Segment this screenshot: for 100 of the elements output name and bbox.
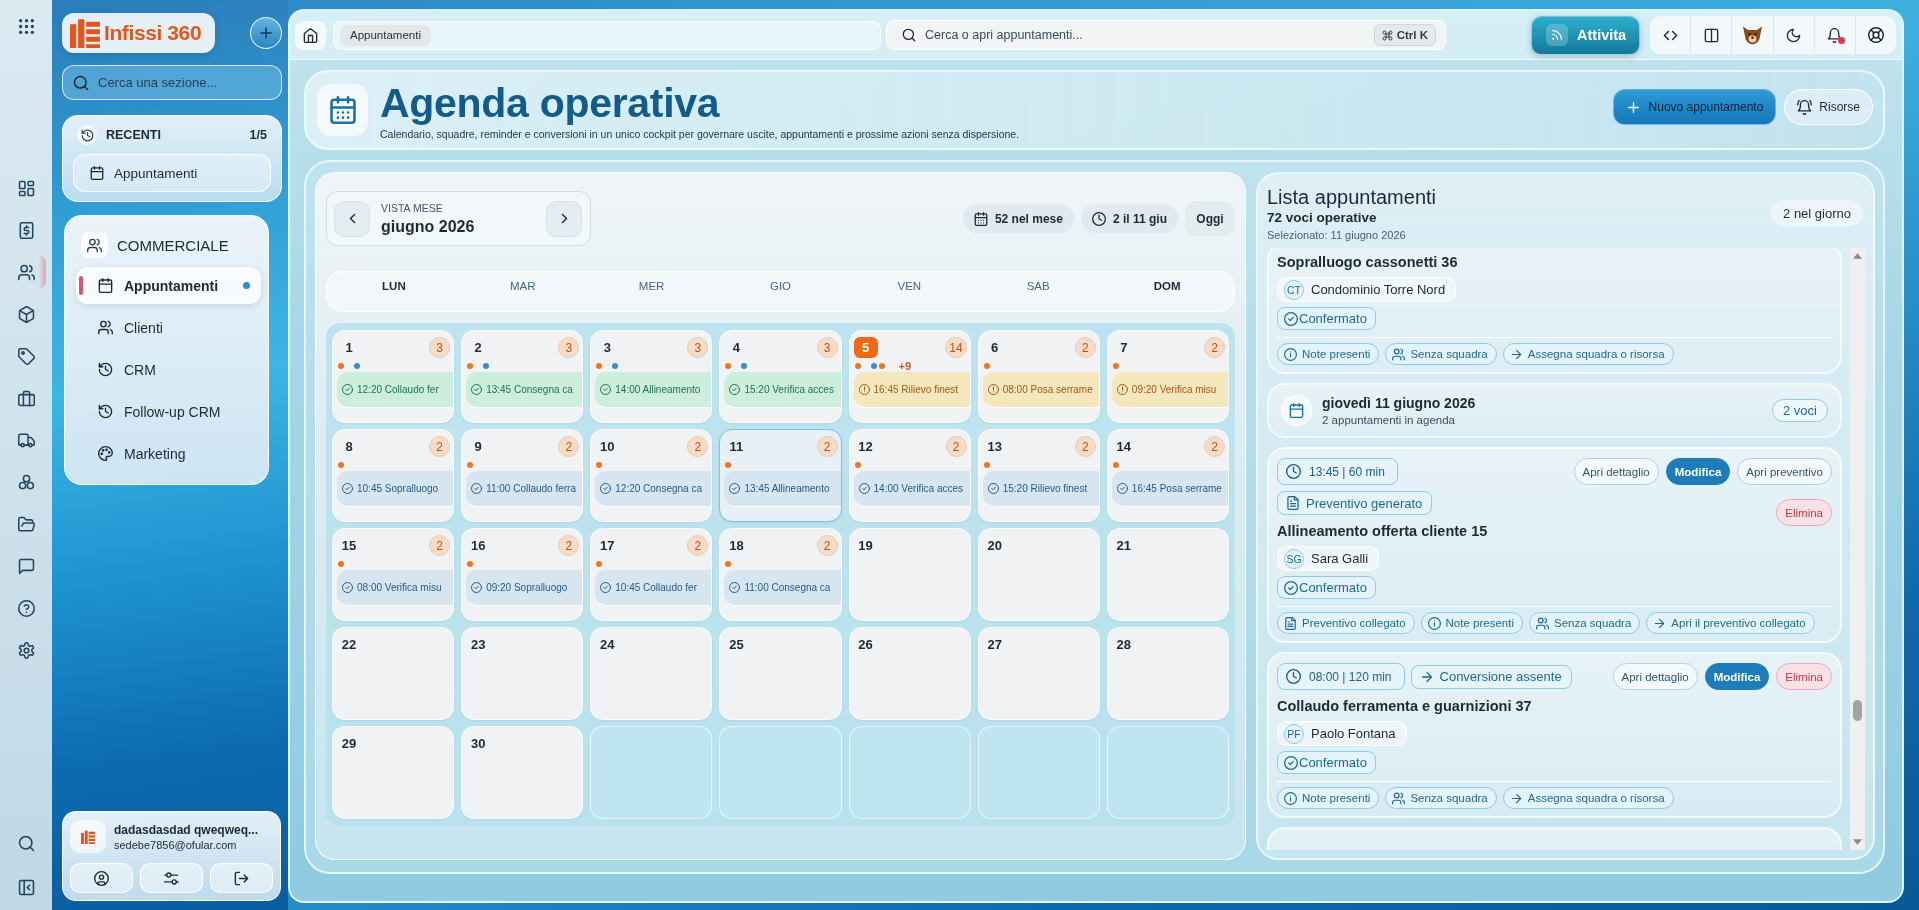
- sidebar-item[interactable]: CRM: [76, 351, 261, 388]
- sidebar-item[interactable]: Marketing: [76, 435, 261, 472]
- tag-button[interactable]: Senza squadra: [1528, 612, 1641, 634]
- details-button[interactable]: Apri preventivo: [1737, 458, 1832, 485]
- day-number: 21: [1115, 537, 1133, 555]
- day-cell[interactable]: 18 2 11:00 Consegna ca: [719, 528, 842, 621]
- plus-icon: [258, 25, 274, 41]
- day-number: 9: [473, 438, 483, 456]
- day-cell[interactable]: 3 3 14:00 Allineamento: [590, 330, 713, 423]
- tag-button[interactable]: Apri il preventivo collegato: [1646, 612, 1815, 634]
- tag-button[interactable]: Senza squadra: [1385, 343, 1497, 365]
- day-cell[interactable]: 12 2 14:00 Verifica acces: [848, 429, 971, 522]
- home-button[interactable]: [295, 20, 326, 50]
- day-cell[interactable]: 24: [590, 627, 713, 720]
- tag-button[interactable]: Note presenti: [1420, 612, 1523, 634]
- more-events-label: +9: [898, 360, 912, 372]
- day-cell[interactable]: 19: [848, 528, 971, 621]
- time-label: 08:00 | 120 min: [1309, 669, 1392, 684]
- delete-button[interactable]: Elimina: [1776, 499, 1832, 526]
- day-cell[interactable]: 27: [977, 627, 1100, 720]
- event-chip[interactable]: 08:00 Posa serrame: [982, 372, 1099, 408]
- day-cell[interactable]: 20: [977, 528, 1100, 621]
- logout-button[interactable]: [210, 863, 273, 893]
- day-cell[interactable]: 15 2 08:00 Verifica misu: [332, 528, 455, 621]
- day-cell[interactable]: 22: [332, 627, 455, 720]
- event-chip[interactable]: 09:20 Verifica misu: [1111, 372, 1228, 408]
- chat-bubble-icon: [17, 557, 35, 575]
- event-chip[interactable]: 13:45 Allineamento: [724, 471, 841, 507]
- section-title: COMMERCIALE: [117, 236, 229, 254]
- sidebar-item[interactable]: Appuntamenti: [76, 267, 261, 304]
- day-cell[interactable]: 16 2 09:20 Sopralluogo: [461, 528, 584, 621]
- section-search-field[interactable]: Cerca una sezione...: [62, 65, 282, 100]
- scrollbar-thumb[interactable]: [1853, 699, 1862, 721]
- event-chip[interactable]: 14:00 Verifica acces: [853, 471, 970, 507]
- day-cell[interactable]: 4 3 15:20 Verifica acces: [719, 330, 842, 423]
- day-cell[interactable]: 1 3 12:20 Collaudo fer: [332, 330, 455, 423]
- sidebar-item[interactable]: Follow-up CRM: [76, 393, 261, 430]
- tag-button[interactable]: Assegna squadra o risorsa: [1502, 787, 1674, 809]
- tag-button[interactable]: Preventivo collegato: [1277, 612, 1415, 634]
- day-cell[interactable]: 29: [332, 726, 455, 819]
- details-button[interactable]: Apri dettaglio: [1573, 458, 1659, 485]
- edit-button[interactable]: Modifica: [1704, 663, 1770, 690]
- event-chip[interactable]: 11:00 Collaudo ferra: [466, 471, 583, 507]
- today-button[interactable]: Oggi: [1185, 201, 1235, 236]
- event-chip[interactable]: 11:00 Consegna ca: [724, 570, 841, 606]
- new-appointment-button[interactable]: Nuovo appuntamento: [1612, 89, 1777, 125]
- client-name: Sara Galli: [1311, 551, 1369, 566]
- event-chip[interactable]: 13:45 Consegna ca: [466, 372, 583, 408]
- tag-button[interactable]: Senza squadra: [1385, 787, 1497, 809]
- moon-icon: [1786, 27, 1802, 43]
- day-cell[interactable]: 13 2 15:20 Rilievo finest: [977, 429, 1100, 522]
- status-label: Confermato: [1299, 580, 1367, 595]
- day-cell[interactable]: 9 2 11:00 Collaudo ferra: [461, 429, 584, 522]
- day-number: 28: [1115, 636, 1133, 654]
- calendar-icon: [973, 211, 988, 226]
- resources-button[interactable]: Risorse: [1784, 89, 1873, 125]
- event-chip[interactable]: 12:20 Collaudo fer: [337, 372, 454, 408]
- event-chip[interactable]: 10:45 Sopralluogo: [337, 471, 454, 507]
- recent-item[interactable]: Appuntamenti: [73, 154, 271, 192]
- delete-button[interactable]: Elimina: [1776, 663, 1832, 690]
- event-chip[interactable]: 09:20 Sopralluogo: [466, 570, 583, 606]
- day-cell[interactable]: 6 2 08:00 Posa serrame: [977, 330, 1100, 423]
- add-button[interactable]: [250, 17, 282, 49]
- sidebar-item[interactable]: Clienti: [76, 309, 261, 346]
- scrollbar[interactable]: [1850, 248, 1865, 850]
- activity-button[interactable]: Attivita: [1531, 15, 1640, 55]
- users-icon: [1392, 791, 1406, 805]
- day-cell[interactable]: 30: [461, 726, 584, 819]
- arrow-right-icon: [1509, 347, 1523, 361]
- day-cell[interactable]: 26: [848, 627, 971, 720]
- edit-button[interactable]: Modifica: [1665, 458, 1731, 485]
- event-chip[interactable]: 08:00 Verifica misu: [337, 570, 454, 606]
- day-cell[interactable]: 25: [719, 627, 842, 720]
- day-cell[interactable]: 23: [461, 627, 584, 720]
- day-cell[interactable]: 5 14 +9 16:45 Rilievo finest: [848, 330, 971, 423]
- day-cell[interactable]: 14 2 16:45 Posa serrame: [1106, 429, 1229, 522]
- event-chip[interactable]: 16:45 Posa serrame: [1111, 471, 1228, 507]
- event-chip[interactable]: 16:45 Rilievo finest: [853, 372, 970, 408]
- user-circle-icon: [94, 870, 109, 886]
- details-button[interactable]: Apri dettaglio: [1612, 663, 1698, 690]
- day-cell[interactable]: 2 3 13:45 Consegna ca: [461, 330, 584, 423]
- day-cell[interactable]: 8 2 10:45 Sopralluogo: [332, 429, 455, 522]
- event-chip[interactable]: 10:45 Collaudo fer: [595, 570, 712, 606]
- day-cell[interactable]: 10 2 12:20 Consegna ca: [590, 429, 713, 522]
- preferences-button[interactable]: [140, 863, 203, 893]
- user-email: sedebe7856@ofular.com: [114, 838, 238, 851]
- profile-button[interactable]: [70, 863, 133, 893]
- event-chip[interactable]: 15:20 Verifica acces: [724, 372, 841, 408]
- event-chip[interactable]: 14:00 Allineamento: [595, 372, 712, 408]
- tag-button[interactable]: Assegna squadra o risorsa: [1502, 343, 1674, 365]
- event-chip[interactable]: 15:20 Rilievo finest: [982, 471, 1099, 507]
- day-cell[interactable]: 17 2 10:45 Collaudo fer: [590, 528, 713, 621]
- tag-button[interactable]: Note presenti: [1277, 787, 1380, 809]
- day-cell[interactable]: 7 2 09:20 Verifica misu: [1106, 330, 1229, 423]
- event-chip[interactable]: 12:20 Consegna ca: [595, 471, 712, 507]
- day-cell[interactable]: 21: [1106, 528, 1229, 621]
- day-cell[interactable]: 28: [1106, 627, 1229, 720]
- breadcrumb-item[interactable]: Appuntamenti: [340, 24, 431, 46]
- day-cell[interactable]: 11 2 13:45 Allineamento: [719, 429, 842, 522]
- tag-button[interactable]: Note presenti: [1277, 343, 1380, 365]
